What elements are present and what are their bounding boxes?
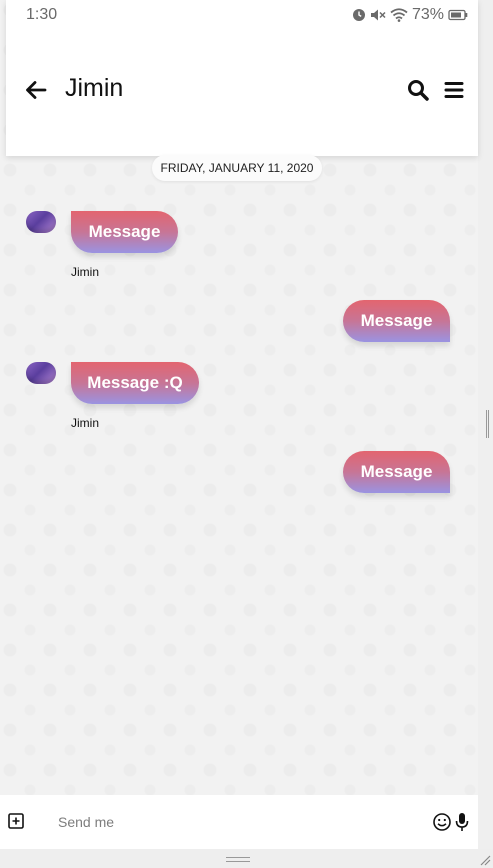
sender-avatar[interactable] — [26, 211, 56, 233]
app-header: 1:30 73% Jimin — [6, 0, 478, 156]
date-separator: FRIDAY, JANUARY 11, 2020 — [152, 155, 322, 181]
bottom-drag-handle[interactable] — [226, 857, 250, 862]
sender-avatar[interactable] — [26, 362, 56, 384]
side-resize-handle[interactable] — [486, 410, 489, 438]
emoji-button[interactable] — [432, 812, 452, 832]
plus-square-icon — [8, 813, 24, 829]
chat-title: Jimin — [65, 74, 124, 102]
search-icon — [408, 80, 429, 101]
outgoing-message-bubble[interactable]: Message — [343, 300, 450, 342]
message-input[interactable] — [50, 809, 426, 835]
incoming-message-bubble[interactable]: Message — [71, 211, 178, 253]
arrow-left-icon — [26, 81, 47, 99]
search-button[interactable] — [406, 78, 430, 102]
status-icons: 73% — [352, 6, 468, 24]
alarm-icon — [352, 9, 365, 21]
add-attachment-button[interactable] — [8, 813, 24, 829]
menu-button[interactable] — [442, 78, 466, 102]
mute-icon — [370, 9, 386, 21]
voice-record-button[interactable] — [455, 812, 469, 832]
sender-name: Jimin — [71, 416, 100, 430]
microphone-icon — [455, 813, 469, 831]
status-time: 1:30 — [26, 6, 58, 23]
outgoing-message-bubble[interactable]: Message — [343, 451, 450, 493]
wifi-icon — [390, 8, 408, 22]
battery-percent: 73% — [411, 6, 444, 23]
resize-grip-icon[interactable] — [479, 854, 491, 866]
message-composer — [0, 795, 478, 849]
smiley-icon — [433, 813, 451, 831]
hamburger-menu-icon — [444, 82, 464, 98]
incoming-message-bubble[interactable]: Message :Q — [71, 362, 199, 404]
back-button[interactable] — [24, 78, 48, 102]
sender-name: Jimin — [71, 265, 100, 279]
battery-icon — [448, 9, 468, 21]
